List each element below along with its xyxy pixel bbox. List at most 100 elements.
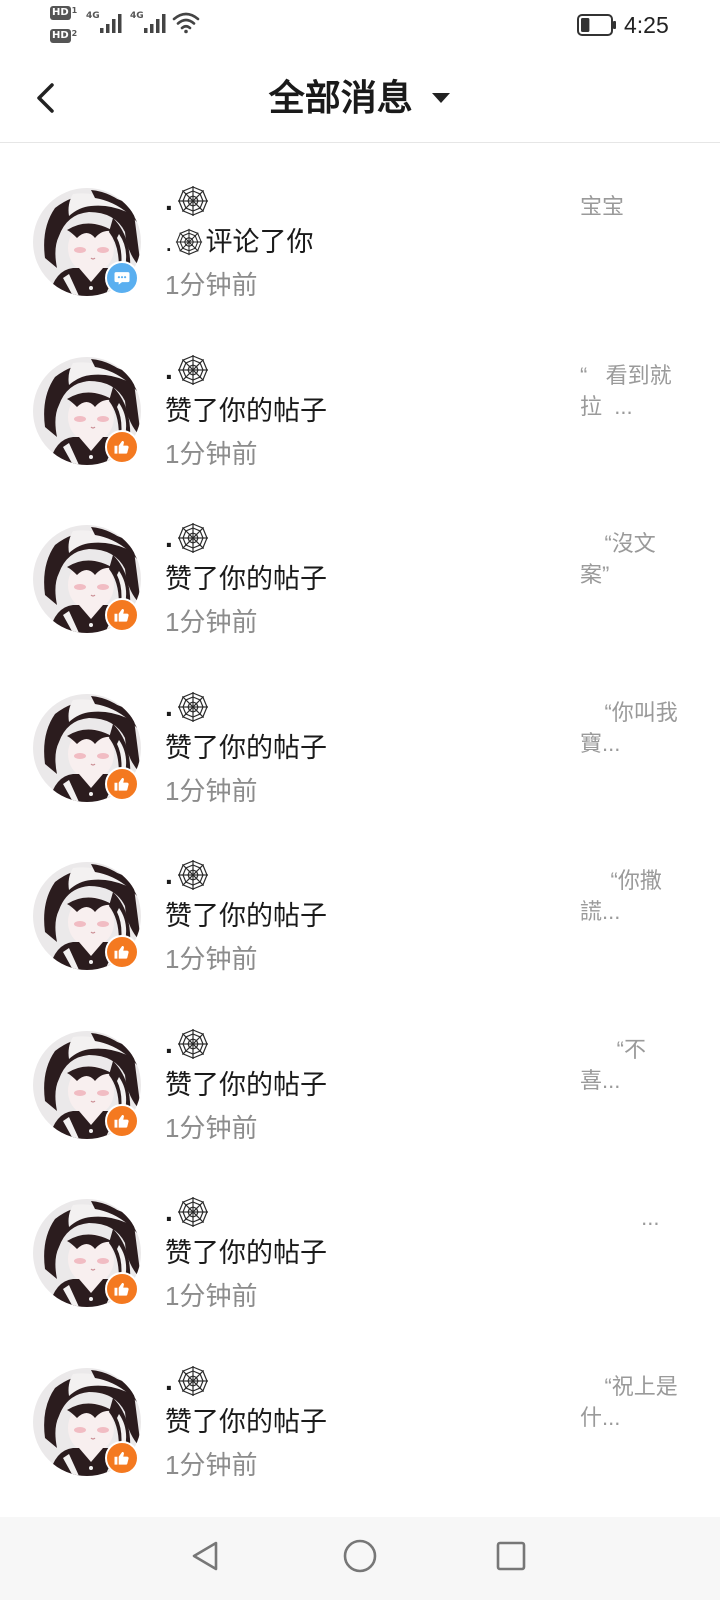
spider-web-icon	[177, 1196, 209, 1228]
message-item[interactable]: . 赞了你的帖子 1分钟前 “ 看到就 拉 ...	[0, 332, 720, 501]
message-action: 赞了你的帖子	[165, 562, 327, 596]
message-action: 赞了你的帖子	[165, 731, 327, 765]
message-item[interactable]: . 赞了你的帖子 1分钟前 “你撒 謊...	[0, 837, 720, 1006]
action-actor-name[interactable]: .	[165, 225, 173, 259]
sim1-hd-indicator: HD 1	[50, 6, 77, 20]
page-title: 全部消息	[268, 77, 413, 118]
like-icon	[105, 935, 139, 969]
post-preview[interactable]: “不 喜...	[580, 1034, 698, 1096]
sim2-hd-indicator: HD 2	[50, 29, 77, 43]
message-item[interactable]: . 赞了你的帖子 1分钟前 “沒文 案”	[0, 500, 720, 669]
message-action: . 评论了你	[165, 225, 314, 259]
like-icon	[105, 766, 139, 801]
sender-name[interactable]: .	[165, 352, 209, 388]
like-icon	[105, 1103, 139, 1138]
status-bar: HD 1 HD 2 4G 4G 4:25	[0, 0, 720, 52]
action-text: 赞了你的帖子	[165, 1238, 327, 1268]
sim2-signal-icon	[144, 14, 166, 33]
spider-web-icon	[177, 354, 209, 386]
sender-name[interactable]: .	[165, 183, 209, 219]
action-text: 赞了你的帖子	[165, 564, 327, 594]
like-icon	[105, 598, 139, 632]
square-recents-icon	[496, 1541, 526, 1571]
message-item[interactable]: . 赞了你的帖子 1分钟前 “不 喜...	[0, 1006, 720, 1175]
like-icon	[105, 1272, 139, 1306]
message-action: 赞了你的帖子	[165, 1236, 327, 1270]
system-nav-bar	[0, 1517, 720, 1600]
sender-name-text: .	[165, 522, 173, 553]
sender-name[interactable]: .	[165, 689, 209, 725]
action-text: 赞了你的帖子	[165, 901, 327, 931]
message-time: 1分钟前	[165, 775, 258, 806]
nav-back-button[interactable]	[190, 1540, 220, 1572]
sim2-index: 2	[71, 29, 78, 38]
sender-name[interactable]: .	[165, 857, 209, 893]
nav-home-button[interactable]	[343, 1539, 377, 1573]
battery-icon	[577, 14, 616, 36]
post-preview[interactable]: “沒文 案”	[580, 528, 698, 590]
spider-web-icon	[177, 691, 209, 723]
message-time: 1分钟前	[165, 1281, 258, 1311]
spider-web-icon	[177, 185, 209, 217]
message-item[interactable]: . 赞了你的帖子 1分钟前 “祝上是 什...	[0, 1343, 720, 1512]
post-preview[interactable]: “你叫我 寶...	[580, 697, 698, 759]
message-action: 赞了你的帖子	[165, 1068, 327, 1102]
nav-recents-button[interactable]	[496, 1541, 526, 1571]
sender-name-text: .	[165, 1364, 173, 1396]
sender-name-text: .	[165, 690, 173, 722]
circle-home-icon	[343, 1539, 377, 1573]
message-action: 赞了你的帖子	[165, 899, 327, 933]
sender-name-text: .	[165, 1027, 173, 1059]
message-filter-dropdown[interactable]: 全部消息	[0, 76, 720, 120]
spider-web-icon	[177, 1365, 209, 1397]
sender-name-text: .	[165, 1196, 173, 1227]
sim1-signal-icon	[100, 14, 122, 33]
sender-name-text: .	[165, 185, 173, 216]
message-item[interactable]: . 赞了你的帖子 1分钟前 “你叫我 寶...	[0, 669, 720, 838]
post-preview[interactable]: 宝宝	[580, 191, 698, 222]
post-preview[interactable]: “ 看到就 拉 ...	[580, 360, 698, 422]
sender-name[interactable]: .	[165, 1363, 209, 1399]
triangle-back-icon	[192, 1541, 218, 1571]
sim1-hd-label: HD	[50, 6, 71, 20]
action-text: 赞了你的帖子	[165, 1069, 327, 1100]
status-time: 4:25	[624, 12, 669, 38]
sim1-network-label: 4G	[86, 11, 100, 21]
post-preview[interactable]: “你撒 謊...	[580, 865, 698, 927]
header: 全部消息	[0, 52, 720, 143]
sim1-index: 1	[71, 6, 78, 15]
spider-web-icon	[175, 228, 203, 256]
comment-icon	[105, 261, 139, 295]
action-text: 赞了你的帖子	[165, 1406, 327, 1437]
sim2-hd-label: HD	[50, 29, 71, 43]
like-icon	[105, 429, 139, 464]
sender-name[interactable]: .	[165, 1194, 209, 1230]
message-time: 1分钟前	[165, 270, 258, 300]
sender-name[interactable]: .	[165, 520, 209, 556]
action-text: 赞了你的帖子	[165, 395, 327, 426]
message-time: 1分钟前	[165, 1112, 258, 1143]
message-time: 1分钟前	[165, 607, 258, 637]
message-item[interactable]: . 赞了你的帖子 1分钟前 ...	[0, 1174, 720, 1343]
message-action: 赞了你的帖子	[165, 1405, 327, 1439]
action-text: 评论了你	[205, 227, 314, 257]
sim2-network-label: 4G	[130, 11, 144, 21]
sender-name-text: .	[165, 859, 173, 890]
message-list: .. 评论了你 1分钟前 宝宝. 赞了你的帖子 1分钟前 “ 看到就 拉 .... 赞了你的帖…	[0, 143, 720, 1511]
caret-down-icon	[432, 93, 451, 103]
message-time: 1分钟前	[165, 438, 258, 469]
sender-name-text: .	[165, 353, 173, 385]
message-action: 赞了你的帖子	[165, 394, 327, 428]
action-text: 赞了你的帖子	[165, 732, 327, 763]
sender-name[interactable]: .	[165, 1026, 209, 1062]
spider-web-icon	[177, 522, 209, 554]
message-time: 1分钟前	[165, 944, 258, 974]
message-time: 1分钟前	[165, 1449, 258, 1480]
spider-web-icon	[177, 859, 209, 891]
wifi-icon	[172, 12, 200, 34]
post-preview[interactable]: ...	[580, 1202, 698, 1233]
like-icon	[105, 1440, 139, 1475]
message-item[interactable]: .. 评论了你 1分钟前 宝宝	[0, 163, 720, 332]
spider-web-icon	[177, 1028, 209, 1060]
post-preview[interactable]: “祝上是 什...	[580, 1371, 698, 1433]
